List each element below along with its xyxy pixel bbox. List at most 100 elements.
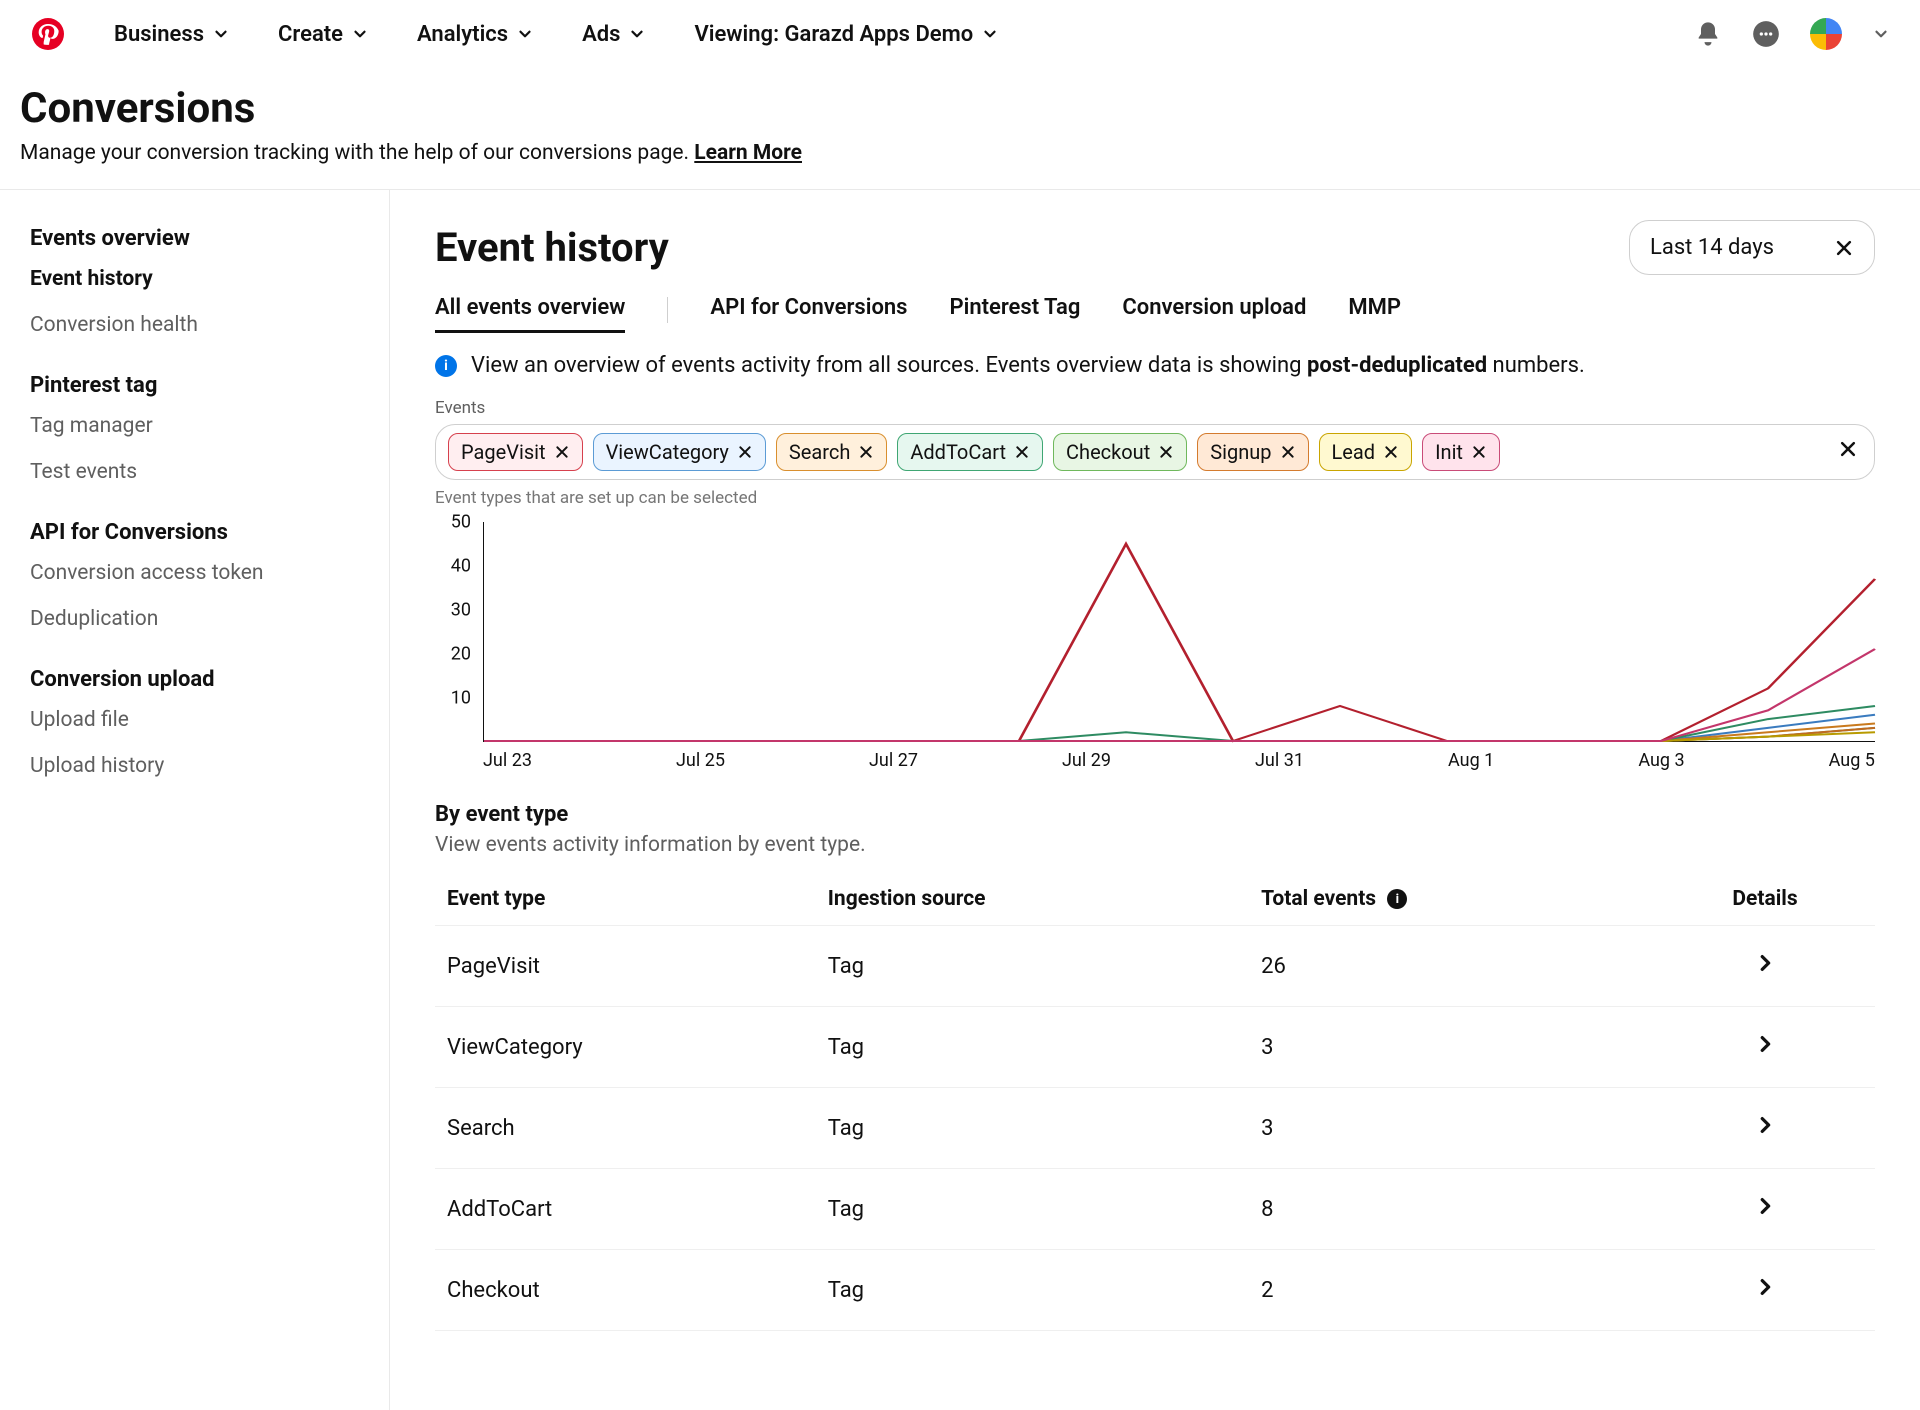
table-row: ViewCategoryTag3 [435, 1007, 1875, 1088]
info-icon[interactable]: i [1387, 889, 1407, 909]
info-text-bold: post-deduplicated [1307, 353, 1487, 378]
x-tick: Aug 3 [1638, 750, 1684, 771]
cell-total: 2 [1249, 1250, 1655, 1331]
clear-chips[interactable] [1834, 435, 1862, 469]
chevron-down-icon [628, 25, 646, 43]
cell-event-type: ViewCategory [435, 1007, 816, 1088]
tab[interactable]: Pinterest Tag [950, 295, 1081, 333]
nav-viewing-prefix: Viewing: [694, 22, 784, 47]
close-icon[interactable] [1280, 444, 1296, 460]
cell-total: 3 [1249, 1007, 1655, 1088]
info-icon: i [435, 355, 457, 377]
event-chip[interactable]: ViewCategory [593, 433, 766, 471]
sidebar-item[interactable]: Event history [30, 267, 359, 291]
sidebar-item[interactable]: Upload file [30, 708, 359, 732]
nav-item-create[interactable]: Create [278, 22, 369, 47]
page-subtitle: Manage your conversion tracking with the… [20, 141, 1900, 165]
event-chip[interactable]: Checkout [1053, 433, 1187, 471]
sidebar-heading: Events overview [30, 226, 359, 251]
sidebar-item[interactable]: Deduplication [30, 607, 359, 631]
sidebar-item[interactable]: Test events [30, 460, 359, 484]
event-chip[interactable]: Lead [1319, 433, 1413, 471]
chip-label: Checkout [1066, 440, 1150, 464]
cell-total: 8 [1249, 1169, 1655, 1250]
sidebar-item[interactable]: Tag manager [30, 414, 359, 438]
learn-more-link[interactable]: Learn More [694, 141, 802, 165]
cell-details[interactable] [1655, 1169, 1875, 1250]
main-title: Event history [435, 224, 669, 271]
top-nav: Business Create Analytics Ads Viewing: Gara… [0, 0, 1920, 68]
event-chart: 5040302010 Jul 23Jul 25Jul 27Jul 29Jul 3… [435, 522, 1875, 772]
chip-label: AddToCart [910, 440, 1006, 464]
nav-item-analytics[interactable]: Analytics [417, 22, 534, 47]
sidebar-heading: Conversion upload [30, 667, 359, 692]
chevron-down-icon [981, 25, 999, 43]
info-banner: i View an overview of events activity fr… [435, 353, 1875, 378]
chevron-down-icon[interactable] [1872, 25, 1890, 43]
event-chip[interactable]: Signup [1197, 433, 1308, 471]
event-chip[interactable]: Search [776, 433, 887, 471]
close-icon[interactable] [1158, 444, 1174, 460]
close-icon[interactable] [858, 444, 874, 460]
pinterest-logo[interactable] [30, 16, 66, 52]
tab[interactable]: MMP [1348, 295, 1401, 333]
cell-details[interactable] [1655, 1007, 1875, 1088]
tab[interactable]: API for Conversions [710, 295, 907, 333]
chevron-down-icon [516, 25, 534, 43]
events-filter[interactable]: PageVisit ViewCategory Search AddToCart Chec… [435, 424, 1875, 480]
sidebar-item[interactable]: Conversion access token [30, 561, 359, 585]
close-icon[interactable] [1834, 238, 1854, 258]
avatar[interactable] [1810, 18, 1842, 50]
event-chip[interactable]: PageVisit [448, 433, 583, 471]
nav-item-ads[interactable]: Ads [582, 22, 646, 47]
tab[interactable]: All events overview [435, 295, 625, 333]
table-row: AddToCartTag8 [435, 1169, 1875, 1250]
event-chip[interactable]: Init [1422, 433, 1500, 471]
bell-icon[interactable] [1694, 20, 1722, 48]
chevron-right-icon [1754, 1276, 1776, 1298]
nav-item-business[interactable]: Business [114, 22, 230, 47]
y-tick: 50 [451, 512, 471, 533]
y-tick: 30 [451, 600, 471, 621]
cell-details[interactable] [1655, 1250, 1875, 1331]
sidebar-item[interactable]: Conversion health [30, 313, 359, 337]
cell-total: 3 [1249, 1088, 1655, 1169]
by-event-title: By event type [435, 802, 1875, 827]
event-chip[interactable]: AddToCart [897, 433, 1043, 471]
sidebar-item[interactable]: Upload history [30, 754, 359, 778]
chevron-down-icon [351, 25, 369, 43]
chip-label: Init [1435, 440, 1463, 464]
close-icon[interactable] [554, 444, 570, 460]
tab-bar: All events overview API for Conversions Pi… [435, 295, 1875, 333]
date-range-picker[interactable]: Last 14 days [1629, 220, 1875, 275]
tab[interactable]: Conversion upload [1122, 295, 1306, 333]
page-header: Conversions Manage your conversion track… [0, 68, 1920, 190]
table-col-header: Total events i [1249, 873, 1655, 926]
close-icon[interactable] [1014, 444, 1030, 460]
x-tick: Jul 29 [1062, 750, 1111, 771]
close-icon[interactable] [1383, 444, 1399, 460]
nav-item-label: Create [278, 22, 343, 47]
series-line [484, 706, 1875, 741]
y-tick: 10 [451, 688, 471, 709]
x-tick: Jul 23 [483, 750, 532, 771]
chip-label: PageVisit [461, 440, 546, 464]
table-row: PageVisitTag26 [435, 926, 1875, 1007]
cell-details[interactable] [1655, 1088, 1875, 1169]
chevron-right-icon [1754, 1114, 1776, 1136]
table-col-header: Details [1655, 873, 1875, 926]
x-tick: Aug 1 [1448, 750, 1494, 771]
chip-label: Search [789, 440, 850, 464]
nav-viewing[interactable]: Viewing: Garazd Apps Demo [694, 22, 999, 47]
cell-details[interactable] [1655, 926, 1875, 1007]
nav-item-label: Business [114, 22, 204, 47]
nav-item-label: Analytics [417, 22, 508, 47]
x-tick: Jul 31 [1255, 750, 1304, 771]
cell-event-type: AddToCart [435, 1169, 816, 1250]
table-row: CheckoutTag2 [435, 1250, 1875, 1331]
close-icon[interactable] [1471, 444, 1487, 460]
close-icon[interactable] [737, 444, 753, 460]
cell-event-type: Checkout [435, 1250, 816, 1331]
chat-icon[interactable] [1752, 20, 1780, 48]
cell-total: 26 [1249, 926, 1655, 1007]
